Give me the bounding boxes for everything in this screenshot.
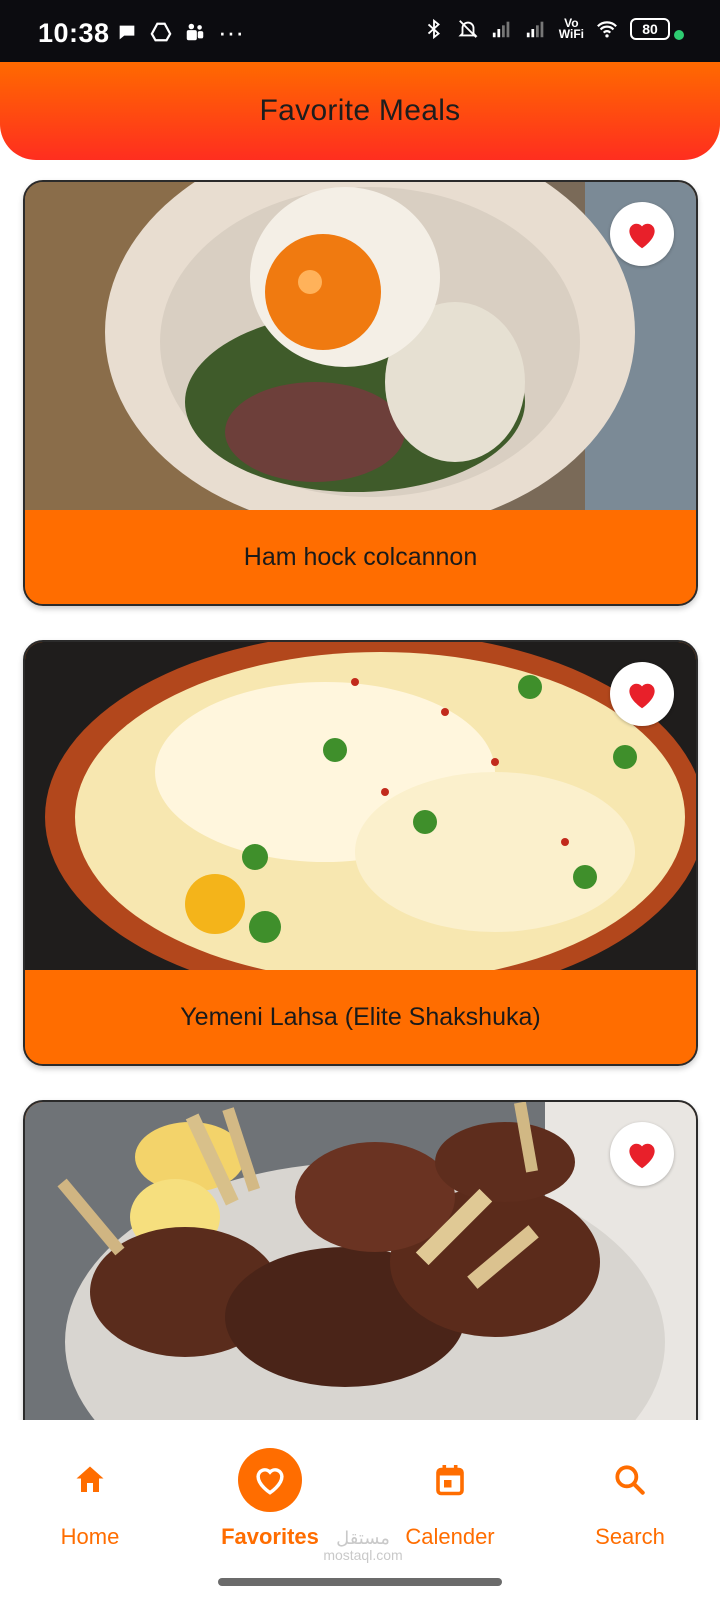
more-notifications-icon: ··· — [218, 17, 244, 47]
vowifi-bottom: WiFi — [558, 27, 584, 41]
home-indicator[interactable] — [218, 1578, 502, 1586]
favorite-button[interactable] — [610, 1122, 674, 1186]
calendar-icon — [418, 1448, 482, 1512]
favorite-button[interactable] — [610, 202, 674, 266]
meal-name: Yemeni Lahsa (Elite Shakshuka) — [25, 970, 696, 1064]
battery-indicator: 80 — [630, 18, 670, 40]
meal-card[interactable]: Ham hock colcannon — [23, 180, 698, 606]
teams-icon — [186, 23, 204, 41]
status-system-icons: Vo WiFi 80 — [423, 17, 670, 41]
meal-image — [25, 1102, 696, 1420]
heart-icon — [629, 223, 655, 249]
privacy-dot — [674, 30, 684, 40]
drive-icon — [150, 22, 172, 42]
meal-name: Ham hock colcannon — [25, 510, 696, 604]
nav-label: Search — [595, 1524, 665, 1549]
meal-card[interactable] — [23, 1100, 698, 1420]
vowifi-indicator: Vo WiFi — [558, 17, 584, 41]
meal-photo-shakshuka — [25, 642, 696, 970]
search-icon — [598, 1448, 662, 1512]
chat-icon — [119, 25, 135, 40]
bluetooth-icon — [427, 18, 440, 40]
nav-label: Home — [60, 1524, 120, 1549]
signal-icon — [492, 21, 510, 38]
meal-card[interactable]: Yemeni Lahsa (Elite Shakshuka) — [23, 640, 698, 1066]
meal-photo-ham-hock — [25, 182, 696, 510]
favorite-meals-list[interactable]: Ham hock colcannon Yemeni Lahsa (Elite S… — [0, 160, 720, 1420]
heart-icon — [629, 1143, 655, 1169]
heart-outline-icon — [238, 1448, 302, 1512]
meal-photo-lamb-chops — [25, 1102, 696, 1420]
status-notification-icons: ··· — [116, 17, 244, 47]
heart-icon — [629, 683, 655, 709]
watermark-url: mostaql.com — [323, 1547, 403, 1563]
bottom-navigation: Home Favorites Calender Search — [0, 1420, 720, 1600]
status-time: 10:38 — [38, 18, 110, 48]
page-title: Favorite Meals — [259, 94, 461, 127]
home-icon — [58, 1448, 122, 1512]
signal-2-icon — [526, 21, 544, 38]
meal-image — [25, 642, 696, 970]
meal-image — [25, 182, 696, 510]
favorite-button[interactable] — [610, 662, 674, 726]
nav-item-home[interactable]: Home — [10, 1448, 170, 1550]
bell-muted-icon — [458, 20, 478, 38]
status-bar: 10:38 ··· Vo WiFi 80 — [0, 0, 720, 62]
watermark: مستقل mostaql.com — [318, 1528, 408, 1564]
wifi-icon — [597, 21, 617, 38]
watermark-text: مستقل — [336, 1528, 390, 1548]
nav-item-search[interactable]: Search — [550, 1448, 710, 1550]
app-header: Favorite Meals — [0, 62, 720, 160]
